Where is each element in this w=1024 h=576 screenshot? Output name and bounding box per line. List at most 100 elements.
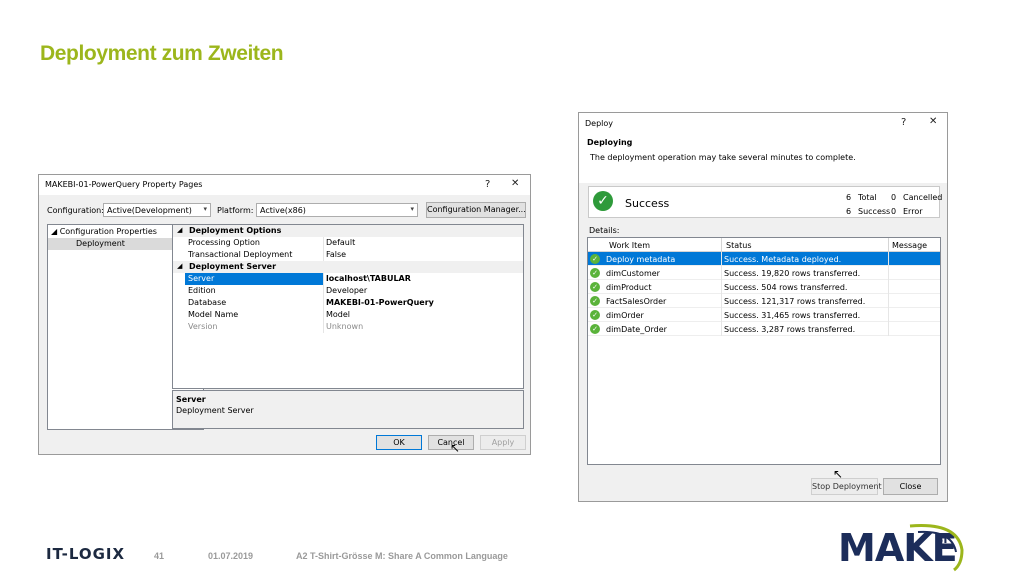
property-row-server[interactable]: Server localhost\TABULAR: [173, 273, 523, 285]
property-name: Transactional Deployment: [188, 250, 293, 259]
ok-button[interactable]: OK: [376, 435, 422, 450]
details-table: Work Item Status Message ✓ Deploy metada…: [587, 237, 941, 465]
description-text: Deployment Server: [176, 406, 254, 415]
dialog-titlebar: MAKEBI-01-PowerQuery Property Pages ? ✕: [39, 175, 530, 195]
error-count: 0: [891, 207, 897, 216]
help-button[interactable]: ?: [485, 179, 490, 190]
property-row[interactable]: Version Unknown: [173, 321, 523, 333]
status-cell: Success. 19,820 rows transferred.: [724, 269, 861, 278]
property-name: Model Name: [188, 310, 239, 319]
property-value: Model: [326, 310, 351, 319]
details-label: Details:: [589, 226, 620, 235]
property-row[interactable]: Model Name Model: [173, 309, 523, 321]
status-cell: Success. 3,287 rows transferred.: [724, 325, 856, 334]
dialog-titlebar: Deploy ? ✕: [579, 113, 947, 133]
property-value: Default: [326, 238, 356, 247]
property-value: Unknown: [326, 322, 364, 331]
configuration-value: Active(Development): [107, 206, 192, 215]
property-row[interactable]: Database MAKEBI-01-PowerQuery: [173, 297, 523, 309]
platform-select[interactable]: Active(x86) ▾: [256, 203, 418, 217]
property-value: MAKEBI-01-PowerQuery: [326, 298, 434, 307]
property-grid: ◢ Deployment Options Processing Option D…: [172, 224, 524, 389]
table-row[interactable]: ✓ dimDate_Order Success. 3,287 rows tran…: [588, 322, 940, 336]
table-row[interactable]: ✓ Deploy metadata Success. Metadata depl…: [588, 252, 940, 266]
property-name: Database: [188, 298, 227, 307]
chevron-down-icon: ▾: [410, 205, 414, 213]
deploy-heading: Deploying: [587, 138, 633, 147]
property-value: False: [326, 250, 347, 259]
category-label: Deployment Server: [189, 262, 277, 271]
table-row[interactable]: ✓ FactSalesOrder Success. 121,317 rows t…: [588, 294, 940, 308]
success-check-icon: ✓: [590, 296, 600, 306]
collapse-icon: ◢: [177, 262, 183, 270]
error-label: Error: [903, 207, 923, 216]
success-check-icon: ✓: [590, 282, 600, 292]
success-check-icon: ✓: [593, 191, 613, 211]
tree-item-configuration-properties[interactable]: ◢ Configuration Properties: [51, 227, 157, 236]
category-deployment-options[interactable]: ◢ Deployment Options: [173, 225, 523, 237]
configuration-select[interactable]: Active(Development) ▾: [103, 203, 211, 217]
help-button[interactable]: ?: [901, 117, 906, 128]
property-name: Server: [188, 274, 215, 283]
make-bi-swoosh-icon: [909, 524, 964, 572]
dialog-title: Deploy: [585, 119, 614, 128]
cancelled-label: Cancelled: [903, 193, 943, 202]
work-item: dimProduct: [606, 283, 652, 292]
success-check-icon: ✓: [590, 254, 600, 264]
table-row[interactable]: ✓ dimOrder Success. 31,465 rows transfer…: [588, 308, 940, 322]
apply-button[interactable]: Apply: [480, 435, 526, 450]
collapse-icon: ◢: [51, 227, 60, 236]
page-number: 41: [154, 551, 165, 561]
property-name: Edition: [188, 286, 216, 295]
platform-value: Active(x86): [260, 206, 306, 215]
close-button[interactable]: ✕: [511, 178, 519, 189]
table-row[interactable]: ✓ dimProduct Success. 504 rows transferr…: [588, 280, 940, 294]
category-label: Deployment Options: [189, 226, 282, 235]
property-value: localhost\TABULAR: [326, 274, 411, 283]
column-header[interactable]: Work Item: [609, 241, 650, 250]
slide-title: Deployment zum Zweiten: [40, 42, 284, 65]
mouse-cursor-icon: ↖: [450, 441, 461, 455]
description-panel: Server Deployment Server: [172, 390, 524, 429]
slide-date: 01.07.2019: [208, 551, 254, 561]
total-label: Total: [858, 193, 877, 202]
total-count: 6: [846, 193, 852, 202]
tree-item-label: Configuration Properties: [59, 227, 157, 236]
description-title: Server: [176, 395, 206, 404]
it-logix-logo: IT-LOGIX: [46, 545, 126, 563]
property-row[interactable]: Transactional Deployment False: [173, 249, 523, 261]
work-item: dimOrder: [606, 311, 644, 320]
table-header: Work Item Status Message: [588, 238, 940, 252]
close-button[interactable]: ✕: [929, 116, 937, 127]
summary-box: ✓ Success 6 Total 0 Cancelled 6 Success …: [588, 186, 943, 218]
success-count: 6: [846, 207, 852, 216]
success-label: Success: [858, 207, 891, 216]
property-value: Developer: [326, 286, 368, 295]
dialog-title: MAKEBI-01-PowerQuery Property Pages: [45, 180, 203, 189]
column-header[interactable]: Status: [726, 241, 752, 250]
property-pages-dialog: MAKEBI-01-PowerQuery Property Pages ? ✕ …: [38, 174, 531, 455]
property-row[interactable]: Edition Developer: [173, 285, 523, 297]
deploy-dialog: Deploy ? ✕ Deploying The deployment oper…: [578, 112, 948, 502]
work-item: Deploy metadata: [606, 255, 676, 264]
column-header[interactable]: Message: [892, 241, 927, 250]
table-row[interactable]: ✓ dimCustomer Success. 19,820 rows trans…: [588, 266, 940, 280]
work-item: dimCustomer: [606, 269, 660, 278]
status-cell: Success. 504 rows transferred.: [724, 283, 848, 292]
stop-deployment-button[interactable]: Stop Deployment: [811, 478, 882, 495]
deploy-header: Deploying The deployment operation may t…: [579, 133, 947, 183]
deploy-subheading: The deployment operation may take severa…: [590, 153, 856, 162]
configuration-manager-button[interactable]: Configuration Manager...: [426, 202, 526, 218]
status-cell: Success. 31,465 rows transferred.: [724, 311, 861, 320]
work-item: FactSalesOrder: [606, 297, 667, 306]
property-name: Processing Option: [188, 238, 260, 247]
success-check-icon: ✓: [590, 310, 600, 320]
property-name: Version: [188, 322, 218, 331]
configuration-label: Configuration:: [47, 206, 104, 215]
category-deployment-server[interactable]: ◢ Deployment Server: [173, 261, 523, 273]
property-row[interactable]: Processing Option Default: [173, 237, 523, 249]
success-check-icon: ✓: [590, 324, 600, 334]
close-dialog-button[interactable]: Close: [883, 478, 938, 495]
tree-item-label: Deployment: [76, 239, 125, 248]
chevron-down-icon: ▾: [203, 205, 207, 213]
